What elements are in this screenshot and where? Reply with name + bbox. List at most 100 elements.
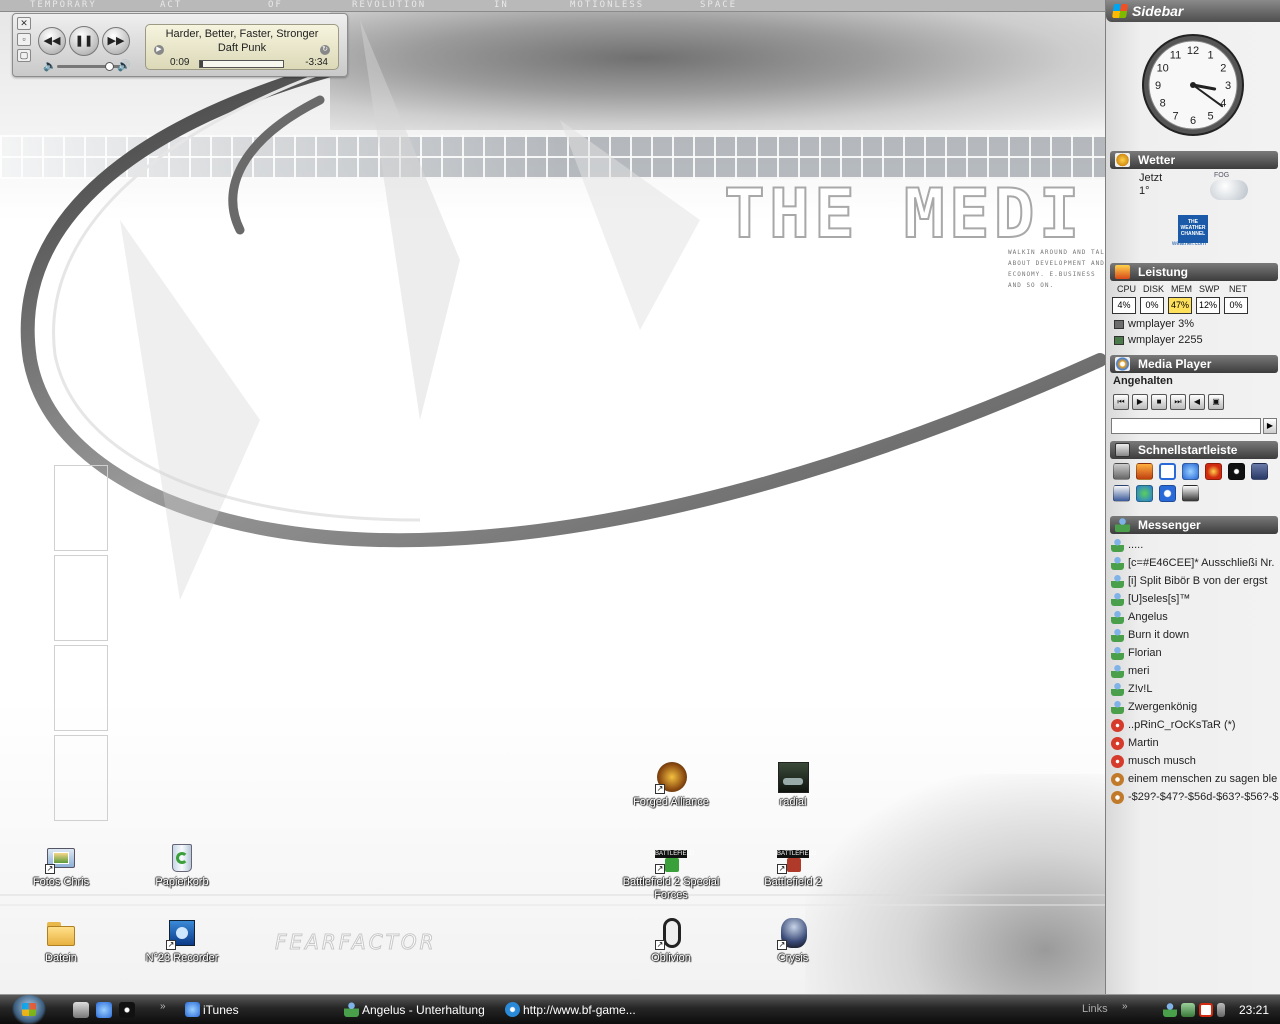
window-app-icon[interactable] — [1113, 485, 1130, 502]
screen-app-icon[interactable] — [1182, 485, 1199, 502]
minimize-icon[interactable]: ▫ — [17, 33, 31, 46]
weather-brand-url[interactable]: weather.com — [1172, 241, 1206, 247]
media-player-header[interactable]: Media Player — [1110, 355, 1278, 373]
memory-icon — [1114, 336, 1124, 345]
close-icon[interactable]: ✕ — [17, 17, 31, 30]
contact-item[interactable]: [U]seles[s]™ — [1111, 590, 1280, 608]
previous-button[interactable]: ◀◀ — [38, 27, 66, 55]
steam-icon[interactable] — [1228, 463, 1245, 480]
status-online-icon — [1111, 539, 1124, 552]
contact-name: ..pRinC_rOcKsTaR (*) — [1128, 719, 1236, 731]
top-process-cpu: wmplayer 3% — [1114, 318, 1194, 330]
desktop-icon-fotos[interactable]: ↗ Fotos Chris — [6, 842, 116, 889]
desktop-icon-bf2-special-forces[interactable]: BATTLEFIELD ↗ Battlefield 2 Special Forc… — [616, 842, 726, 902]
repeat-icon[interactable]: ↻ — [320, 45, 330, 55]
show-desktop-icon[interactable] — [1113, 463, 1130, 480]
show-desktop-icon[interactable] — [73, 1002, 89, 1018]
progress-bar[interactable] — [199, 60, 284, 68]
recycle-bin-icon — [166, 842, 198, 874]
forged-alliance-icon: ↗ — [655, 762, 687, 794]
system-clock[interactable]: 23:21 — [1239, 1003, 1269, 1017]
desktop-icon-bf2[interactable]: BATTLEFIELD ↗ Battlefield 2 — [738, 842, 848, 889]
messenger-icon[interactable] — [1136, 485, 1153, 502]
itunes-icon[interactable] — [1182, 463, 1199, 480]
links-toolbar[interactable]: Links — [1082, 1003, 1108, 1015]
desktop-icon-forged-alliance[interactable]: ↗ Forged Alliance — [616, 762, 726, 809]
contact-item[interactable]: ..pRinC_rOcKsTaR (*) — [1111, 716, 1280, 734]
contact-item[interactable]: [c=#E46CEE]* Ausschließi Nr. — [1111, 554, 1280, 572]
headset-icon[interactable] — [1251, 463, 1268, 480]
weather-header[interactable]: Wetter — [1110, 151, 1278, 169]
quicklaunch-header[interactable]: Schnellstartleiste — [1110, 441, 1278, 459]
volume-knob[interactable] — [105, 62, 114, 71]
taskbar-button-conversation[interactable]: Angelus - Unterhaltung — [342, 998, 497, 1022]
skip-back-button[interactable]: ⏮ — [1113, 394, 1129, 410]
disk-label: DISK — [1143, 284, 1165, 294]
media-app-icon[interactable] — [1205, 463, 1222, 480]
net-value: 0% — [1224, 297, 1248, 314]
clock-gadget[interactable]: 12 12 3 45678 9 1011 — [1141, 33, 1245, 137]
contact-item[interactable]: ..... — [1111, 536, 1280, 554]
contact-item[interactable]: [i] Split Bibör B von der ergst — [1111, 572, 1280, 590]
contact-item[interactable]: meri — [1111, 662, 1280, 680]
next-button[interactable]: ▶▶ — [102, 27, 130, 55]
messenger-tray-icon[interactable] — [1163, 1003, 1177, 1017]
restore-icon[interactable]: ▢ — [17, 49, 31, 62]
performance-header[interactable]: Leistung — [1110, 263, 1278, 281]
internet-explorer-icon — [505, 1002, 520, 1017]
taskbar-button-browser[interactable]: http://www.bf-game... — [503, 998, 663, 1022]
contact-item[interactable]: Z!v!L — [1111, 680, 1280, 698]
contact-item[interactable]: Martin — [1111, 734, 1280, 752]
contact-item[interactable]: Angelus — [1111, 608, 1280, 626]
contact-item[interactable]: -$29?-$47?-$56d-$63?-$56?-$ — [1111, 788, 1280, 806]
firefox-icon[interactable] — [1136, 463, 1153, 480]
weather-title: Wetter — [1138, 153, 1176, 167]
taskbar-button-itunes[interactable]: iTunes — [183, 998, 333, 1022]
go-button[interactable]: ▶ — [1263, 418, 1277, 434]
mem-label: MEM — [1171, 284, 1192, 294]
contact-name: musch musch — [1128, 755, 1196, 767]
contact-item[interactable]: musch musch — [1111, 752, 1280, 770]
desktop-icon-crysis[interactable]: ↗ Crysis — [738, 918, 848, 965]
chevron-icon[interactable]: » — [160, 1001, 166, 1012]
weather-channel-logo[interactable]: THE WEATHER CHANNEL — [1178, 215, 1208, 243]
play-mode-icon[interactable]: ▶ — [154, 45, 164, 55]
contact-item[interactable]: Florian — [1111, 644, 1280, 662]
play-button[interactable]: ▶ — [1132, 394, 1148, 410]
taskbar: » iTunes Angelus - Unterhaltung http://w… — [0, 994, 1280, 1024]
player-icon[interactable] — [1159, 485, 1176, 502]
media-url-input[interactable] — [1111, 418, 1261, 434]
desktop-icon-radial[interactable]: radial — [738, 762, 848, 809]
desktop-icon-dateien[interactable]: Datein — [6, 918, 116, 965]
contact-item[interactable]: Burn it down — [1111, 626, 1280, 644]
status-away-icon — [1111, 791, 1124, 804]
chevron-icon[interactable]: » — [1122, 1001, 1128, 1012]
steam-quick-icon[interactable] — [119, 1002, 135, 1018]
contact-item[interactable]: Zwergenkönig — [1111, 698, 1280, 716]
app-c-icon[interactable] — [1159, 463, 1176, 480]
top-process-mem: wmplayer 2255 — [1114, 334, 1203, 346]
itunes-quick-icon[interactable] — [96, 1002, 112, 1018]
stop-button[interactable]: ■ — [1151, 394, 1167, 410]
start-button[interactable] — [12, 995, 46, 1024]
sidebar-header[interactable]: Sidebar — [1106, 0, 1280, 22]
wallpaper-fearfactor: FEARFACTOR — [275, 930, 437, 955]
skip-forward-button[interactable]: ⏭ — [1170, 394, 1186, 410]
contact-name: [i] Split Bibör B von der ergst — [1128, 575, 1268, 587]
desktop-icon-oblivion[interactable]: ↗ Oblivion — [616, 918, 726, 965]
clock-number: 4 — [1220, 98, 1226, 110]
volume-slider[interactable] — [57, 65, 125, 68]
contact-item[interactable]: einem menschen zu sagen ble — [1111, 770, 1280, 788]
volume-tray-icon[interactable] — [1217, 1003, 1225, 1017]
mute-button[interactable]: ◀ — [1189, 394, 1205, 410]
antivirus-tray-icon[interactable] — [1199, 1003, 1213, 1017]
network-tray-icon[interactable] — [1181, 1003, 1195, 1017]
status-online-icon — [1111, 665, 1124, 678]
desktop-icon-recorder[interactable]: ↗ N°23 Recorder — [127, 918, 237, 965]
pause-button[interactable]: ❚❚ — [69, 26, 99, 56]
window-button[interactable]: ▣ — [1208, 394, 1224, 410]
desktop-icon-recycle-bin[interactable]: Papierkorb — [127, 842, 237, 889]
status-online-icon — [1111, 593, 1124, 606]
messenger-header[interactable]: Messenger — [1110, 516, 1278, 534]
messenger-icon — [344, 1002, 359, 1017]
